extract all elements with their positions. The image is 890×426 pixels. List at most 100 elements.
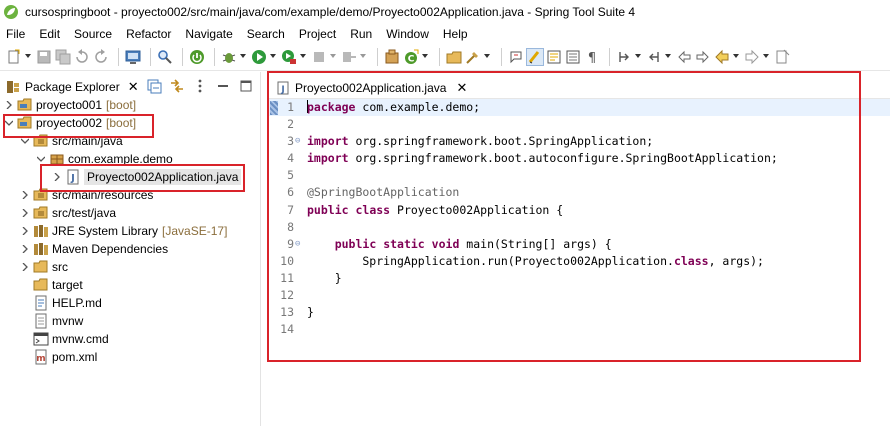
- previous-annotation-icon[interactable]: [646, 49, 662, 65]
- code-line[interactable]: 7 public class Proyecto002Application {: [268, 202, 890, 219]
- run-dropdown-icon[interactable]: [270, 49, 277, 65]
- collapse-all-icon[interactable]: [146, 78, 162, 94]
- editor-tab[interactable]: J Proyecto002Application.java ✕: [270, 75, 474, 99]
- revert-icon[interactable]: [74, 48, 90, 65]
- link-with-editor-icon[interactable]: [169, 78, 185, 94]
- last-edit-forward-icon[interactable]: [695, 49, 711, 65]
- collapse-chevron-icon[interactable]: [19, 243, 31, 255]
- open-type-icon[interactable]: [446, 49, 462, 65]
- toggle-block-selection-icon[interactable]: [546, 49, 562, 65]
- next-annotation-dropdown-icon[interactable]: [635, 49, 642, 65]
- java-editor[interactable]: 1 package com.example.demo; 2 3 ⊖ import org.…: [268, 98, 890, 426]
- menu-help[interactable]: Help: [438, 27, 473, 41]
- menu-project[interactable]: Project: [294, 27, 341, 41]
- external-tools-dropdown-icon[interactable]: [300, 49, 307, 65]
- menu-search[interactable]: Search: [242, 27, 290, 41]
- tree-target[interactable]: target: [0, 276, 261, 294]
- relaunch-icon[interactable]: [341, 49, 357, 65]
- collapse-chevron-icon[interactable]: [19, 261, 31, 273]
- collapse-chevron-icon[interactable]: [19, 189, 31, 201]
- code-line[interactable]: 6 @SpringBootApplication: [268, 184, 890, 201]
- console-icon[interactable]: [125, 49, 141, 65]
- code-text: SpringApplication.run(Proyecto002Applica…: [307, 253, 764, 270]
- menu-navigate[interactable]: Navigate: [180, 27, 237, 41]
- code-line[interactable]: 10 SpringApplication.run(Proyecto002Appl…: [268, 253, 890, 270]
- next-annotation-arrow-icon[interactable]: [616, 49, 632, 65]
- menu-file[interactable]: File: [0, 27, 30, 41]
- menu-run[interactable]: Run: [345, 27, 377, 41]
- tree-item-label: proyecto001: [36, 98, 103, 112]
- code-line[interactable]: 2: [268, 116, 890, 133]
- previous-annotation-dropdown-icon[interactable]: [665, 49, 672, 65]
- fold-toggle-icon[interactable]: ⊖: [295, 236, 304, 253]
- code-line[interactable]: 11 }: [268, 270, 890, 287]
- tree-maven-dependencies[interactable]: Maven Dependencies: [0, 240, 261, 258]
- last-edit-location-icon[interactable]: [676, 49, 692, 65]
- new-class-dropdown-icon[interactable]: [422, 49, 429, 65]
- back-dropdown-icon[interactable]: [733, 49, 740, 65]
- code-area[interactable]: 1 package com.example.demo; 2 3 ⊖ import org.…: [268, 99, 890, 338]
- code-line[interactable]: 3 ⊖ import org.springframework.boot.Spring…: [268, 133, 890, 150]
- minimize-icon[interactable]: [215, 78, 231, 94]
- menu-window[interactable]: Window: [381, 27, 434, 41]
- tree-mvnw-cmd[interactable]: mvnw.cmd: [0, 330, 261, 348]
- menu-refactor[interactable]: Refactor: [121, 27, 176, 41]
- tree-mvnw[interactable]: mvnw: [0, 312, 261, 330]
- open-task-dropdown-icon[interactable]: [484, 49, 491, 65]
- tree-pom-xml[interactable]: m pom.xml: [0, 348, 261, 366]
- open-task-icon[interactable]: [465, 49, 481, 65]
- search-icon[interactable]: [157, 49, 173, 65]
- code-line[interactable]: 13}: [268, 304, 890, 321]
- save-all-icon[interactable]: [55, 49, 71, 65]
- toggle-mark-occurrences-icon[interactable]: [526, 47, 544, 66]
- new-dropdown-icon[interactable]: [25, 49, 32, 65]
- forward-dropdown-icon[interactable]: [763, 49, 770, 65]
- tree-proyecto001[interactable]: proyecto001 [boot]: [0, 96, 261, 114]
- tree-help-md[interactable]: HELP.md: [0, 294, 261, 312]
- tree-src[interactable]: src: [0, 258, 261, 276]
- collapse-chevron-icon[interactable]: [19, 207, 31, 219]
- debug-icon[interactable]: [221, 49, 237, 65]
- code-line[interactable]: 4 import org.springframework.boot.autocon…: [268, 150, 890, 167]
- tree-src-test-java[interactable]: src/test/java: [0, 204, 261, 222]
- save-icon[interactable]: [36, 49, 52, 65]
- line-number: 10: [280, 253, 294, 268]
- code-line[interactable]: 5: [268, 167, 890, 184]
- code-line[interactable]: 12: [268, 287, 890, 304]
- stop-icon[interactable]: [311, 49, 327, 65]
- new-java-project-icon[interactable]: [384, 49, 400, 65]
- fold-toggle-icon[interactable]: ⊖: [295, 133, 304, 150]
- boot-dashboard-icon[interactable]: [189, 49, 205, 65]
- pin-editor-icon[interactable]: [774, 49, 790, 65]
- toggle-breadcrumb-icon[interactable]: [565, 49, 581, 65]
- toolbar-separator: [501, 47, 502, 66]
- redo-icon[interactable]: [93, 48, 109, 65]
- new-icon[interactable]: [6, 49, 22, 65]
- external-tools-icon[interactable]: [281, 49, 297, 65]
- close-icon[interactable]: ✕: [456, 80, 467, 96]
- stop-dropdown-icon[interactable]: [330, 49, 337, 65]
- code-line[interactable]: 9 ⊖ public static void main(String[] args…: [268, 236, 890, 253]
- new-class-icon[interactable]: C: [403, 49, 419, 65]
- close-icon[interactable]: ✕: [128, 79, 139, 95]
- menu-source[interactable]: Source: [69, 27, 117, 41]
- show-whitespace-icon[interactable]: ¶: [584, 49, 600, 65]
- code-line[interactable]: 8: [268, 219, 890, 236]
- forward-icon[interactable]: [744, 49, 760, 65]
- no-twisty: [19, 279, 31, 291]
- tree-jre-system-library[interactable]: JRE System Library [JavaSE-17]: [0, 222, 261, 240]
- collapse-chevron-icon[interactable]: [3, 99, 15, 111]
- code-line[interactable]: 1 package com.example.demo;: [268, 99, 890, 117]
- view-menu-icon[interactable]: [192, 78, 208, 94]
- run-icon[interactable]: [251, 49, 267, 65]
- menu-edit[interactable]: Edit: [34, 27, 65, 41]
- next-annotation-icon[interactable]: [508, 49, 524, 65]
- relaunch-dropdown-icon[interactable]: [360, 49, 367, 65]
- maximize-icon[interactable]: [238, 78, 254, 94]
- code-line[interactable]: 14: [268, 321, 890, 338]
- collapse-chevron-icon[interactable]: [19, 225, 31, 237]
- project-folder-icon: [17, 97, 33, 113]
- debug-dropdown-icon[interactable]: [240, 49, 247, 65]
- back-icon[interactable]: [714, 49, 730, 65]
